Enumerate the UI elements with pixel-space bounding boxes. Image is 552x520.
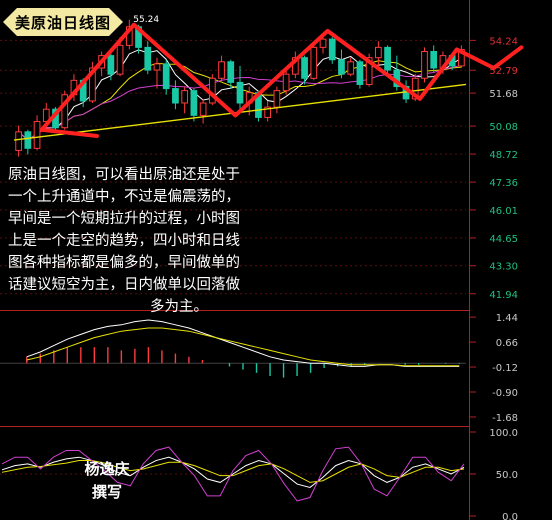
author-signature: 杨逸庆 撰写 xyxy=(62,458,152,504)
candle-down xyxy=(338,59,345,75)
macd-tick-label: 0.66 xyxy=(496,338,518,349)
macd-tick-label: -0.12 xyxy=(492,363,518,374)
price-tick-label: 52.79 xyxy=(489,66,518,77)
candle-up xyxy=(282,73,290,92)
kdj-tick-label: 50.0 xyxy=(496,470,518,481)
price-tick-label: 46.01 xyxy=(489,206,518,217)
commentary-line: 多为主。 xyxy=(150,299,208,315)
commentary-line: 早间是一个短期拉升的过程，小时图 xyxy=(8,211,240,227)
candle-up xyxy=(153,63,161,71)
price-tick-label: 51.68 xyxy=(489,89,518,100)
candle-up xyxy=(347,61,355,75)
candle-up xyxy=(319,38,327,48)
kdj-tick-label: 100.0 xyxy=(489,428,518,439)
candle-up xyxy=(181,90,189,104)
candle-up xyxy=(199,102,207,116)
candle-down xyxy=(356,61,364,85)
candle-down xyxy=(328,38,336,61)
price-tick-label: 43.30 xyxy=(489,262,518,273)
commentary-line: 上是一个走空的趋势，四小时和日线 xyxy=(8,233,240,249)
macd-tick-label: -1.68 xyxy=(492,413,518,424)
kdj-tick-label: 0.0 xyxy=(502,512,518,520)
candle-down xyxy=(190,90,198,116)
candle-down xyxy=(301,57,308,79)
candle-down xyxy=(236,81,244,104)
macd-tick-label: 1.44 xyxy=(496,313,518,324)
macd-tick-label: -0.90 xyxy=(492,388,518,399)
candle-down xyxy=(107,55,115,75)
author-role: 撰写 xyxy=(91,483,122,501)
commentary-line: 一个上升通道中，不过是偏震荡的， xyxy=(8,189,240,205)
candle-down xyxy=(384,46,391,71)
price-tick-label: 48.72 xyxy=(489,150,518,161)
candle-down xyxy=(430,51,438,69)
commentary-line: 图各种指标都是偏多的，早间做单的 xyxy=(8,255,240,271)
candle-up xyxy=(33,121,41,149)
candle-up xyxy=(421,51,428,79)
candle-up xyxy=(116,44,124,75)
commentary-line: 原油日线图，可以看出原油还是处于 xyxy=(8,167,240,183)
price-tick-label: 44.65 xyxy=(489,234,518,245)
candle-down xyxy=(144,46,152,71)
candle-down xyxy=(172,88,179,104)
high-price-label: 55.24 xyxy=(133,15,159,25)
candle-up xyxy=(218,61,225,79)
commentary-text: 原油日线图，可以看出原油还是处于 一个上升通道中，不过是偏震荡的， 早间是一个短… xyxy=(8,164,350,318)
candle-up xyxy=(273,90,281,108)
candle-down xyxy=(227,61,235,83)
author-name: 杨逸庆 xyxy=(84,460,130,478)
candle-up xyxy=(15,131,22,151)
price-tick-label: 47.36 xyxy=(489,178,518,189)
candle-up xyxy=(375,46,382,59)
candle-down xyxy=(24,131,32,149)
candle-up xyxy=(310,46,318,79)
commentary-line: 话建议短空为主，日内做单以回落做 xyxy=(8,277,240,293)
price-tick-label: 50.08 xyxy=(489,122,518,133)
candle-down xyxy=(162,63,170,90)
price-tick-label: 54.24 xyxy=(489,36,518,47)
title-badge: 美原油日线图 xyxy=(3,8,123,36)
price-tick-label: 41.94 xyxy=(489,290,518,301)
